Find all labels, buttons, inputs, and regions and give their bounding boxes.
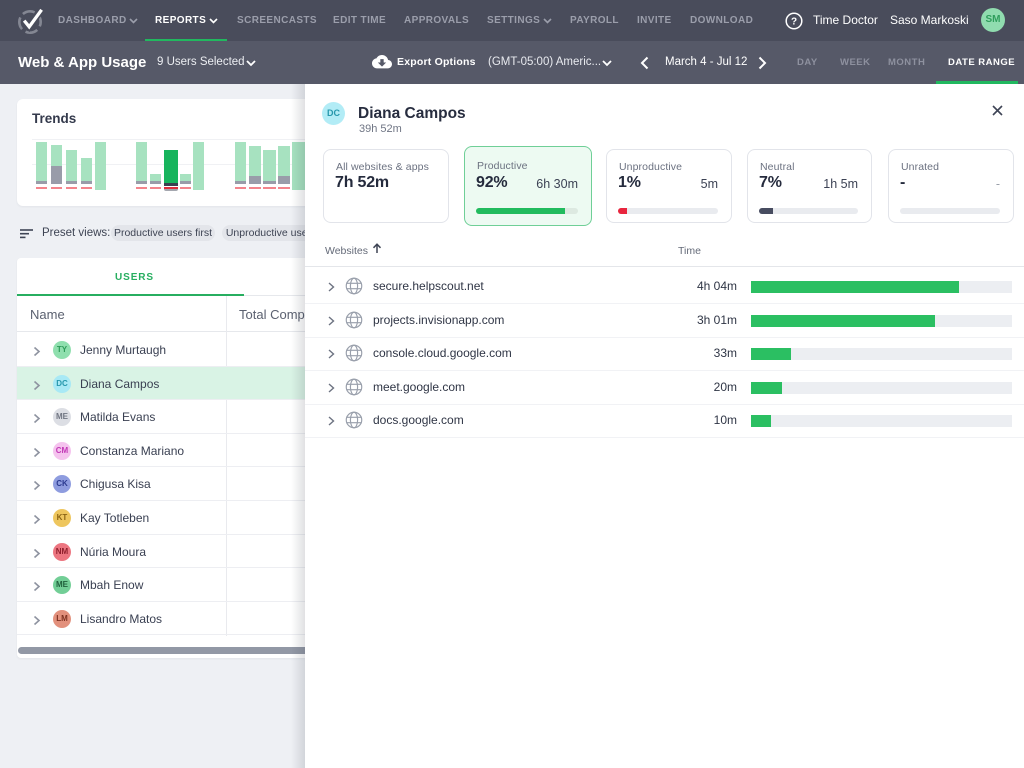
svg-text:?: ? <box>791 17 797 28</box>
